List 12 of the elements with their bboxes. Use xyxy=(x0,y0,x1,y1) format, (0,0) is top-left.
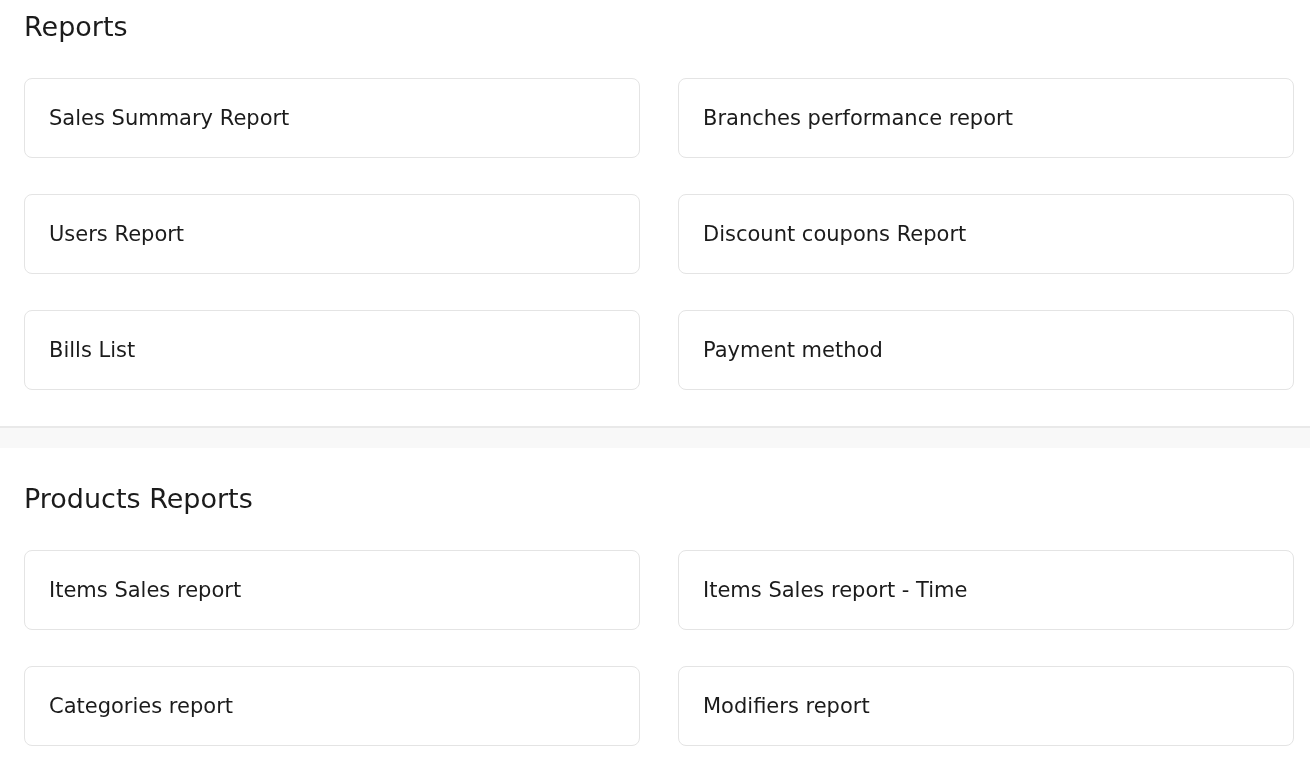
report-link[interactable]: Items Sales report - Time xyxy=(678,550,1294,630)
section-title: Products Reports xyxy=(24,482,254,516)
report-link[interactable]: Branches performance report xyxy=(678,78,1294,158)
report-link[interactable]: Users Report xyxy=(24,194,640,274)
report-link[interactable]: Payment method xyxy=(678,310,1294,390)
section-title: Reports xyxy=(24,10,129,44)
report-link[interactable]: Items Sales report xyxy=(24,550,640,630)
report-link[interactable]: Discount coupons Report xyxy=(678,194,1294,274)
report-link[interactable]: Categories report xyxy=(24,666,640,746)
report-link[interactable]: Sales Summary Report xyxy=(24,78,640,158)
report-link[interactable]: Modifiers report xyxy=(678,666,1294,746)
report-link[interactable]: Bills List xyxy=(24,310,640,390)
